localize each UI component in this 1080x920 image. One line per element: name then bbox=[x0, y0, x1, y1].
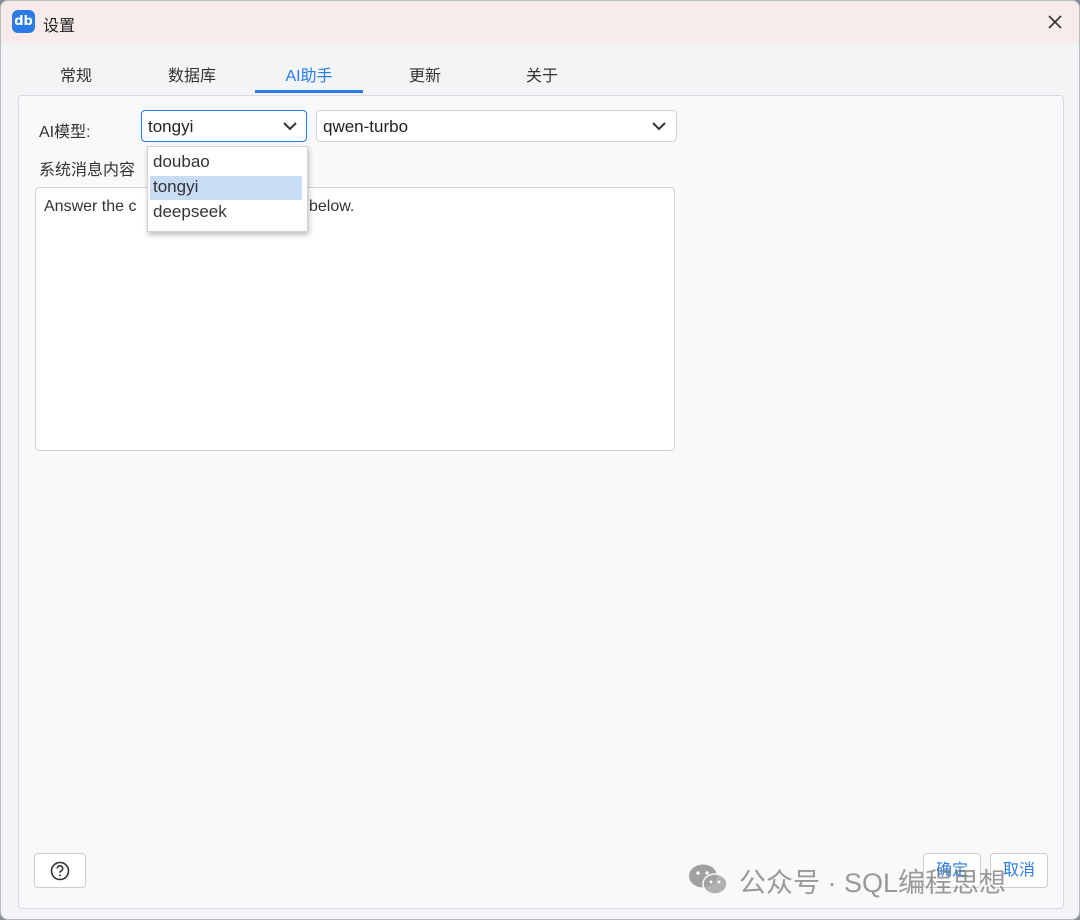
close-icon bbox=[1048, 15, 1062, 29]
watermark-text: 公众号 · SQL编程思想 bbox=[739, 868, 1007, 898]
model-select[interactable]: qwen-turbo bbox=[316, 110, 677, 142]
tab-database[interactable]: 数据库 bbox=[150, 65, 234, 93]
close-button[interactable] bbox=[1042, 9, 1068, 35]
system-message-label: 系统消息内容 bbox=[39, 162, 136, 179]
titlebar: db 设置 bbox=[1, 1, 1079, 43]
chevron-down-icon bbox=[652, 122, 666, 131]
model-select-value: qwen-turbo bbox=[323, 117, 409, 136]
system-message-textarea[interactable]: Answer the c he table below. bbox=[35, 187, 675, 451]
chevron-down-icon bbox=[283, 122, 297, 131]
active-tab-indicator bbox=[255, 90, 363, 93]
dropdown-option-doubao[interactable]: doubao bbox=[150, 151, 302, 175]
ai-model-label: AI模型: bbox=[39, 124, 91, 141]
wechat-icon bbox=[689, 864, 728, 895]
provider-select-value: tongyi bbox=[148, 117, 194, 136]
tab-about[interactable]: 关于 bbox=[504, 65, 580, 93]
settings-window: db 设置 常规 数据库 AI助手 更新 关于 AI模型: tongyi qwe… bbox=[0, 0, 1080, 920]
provider-select[interactable]: tongyi bbox=[141, 110, 307, 142]
dropdown-option-tongyi[interactable]: tongyi bbox=[150, 176, 302, 200]
provider-dropdown-list: doubao tongyi deepseek bbox=[147, 146, 308, 232]
dropdown-option-deepseek[interactable]: deepseek bbox=[150, 201, 302, 225]
tab-ai-assistant[interactable]: AI助手 bbox=[255, 65, 363, 93]
tab-general[interactable]: 常规 bbox=[39, 65, 113, 93]
tab-updates[interactable]: 更新 bbox=[387, 65, 463, 93]
window-title: 设置 bbox=[43, 18, 76, 35]
help-icon bbox=[50, 861, 70, 881]
help-button[interactable] bbox=[34, 853, 86, 888]
app-logo-icon: db bbox=[12, 10, 35, 33]
